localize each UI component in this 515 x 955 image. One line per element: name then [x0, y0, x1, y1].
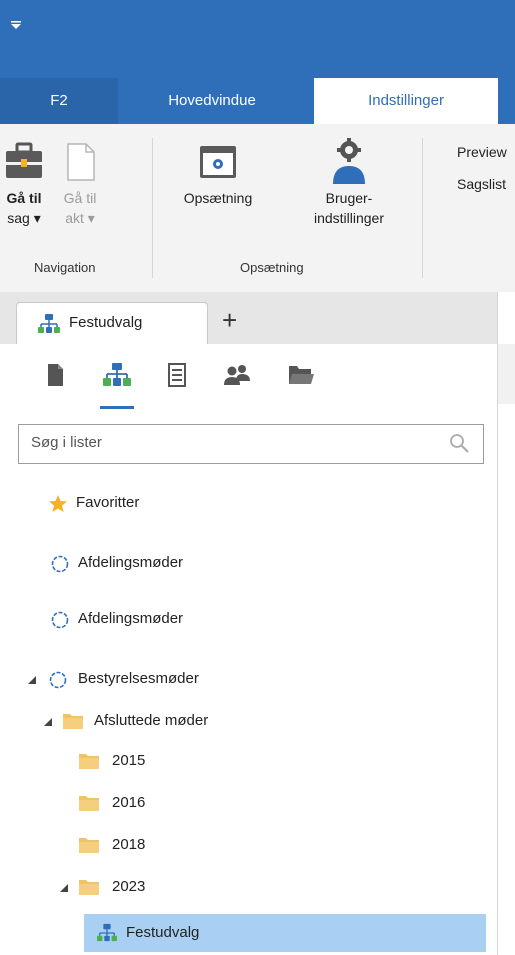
setup-button[interactable]: Opsætning — [166, 140, 270, 208]
view-switcher — [0, 344, 497, 410]
ribbon: Gå til sag ▾ Gå til akt ▾ Opsætning Brug… — [0, 124, 515, 293]
search-icon[interactable] — [449, 433, 471, 455]
folder-icon — [79, 754, 99, 769]
ribbon-tab-strip: F2 Hovedvindue Indstillinger — [0, 78, 515, 124]
star-icon — [49, 495, 67, 512]
tree-item-label: Favoritter — [76, 494, 140, 511]
tree-item-label: 2018 — [112, 836, 146, 853]
tree-item-label: Afdelingsmøder — [78, 610, 184, 627]
tree-item-2015[interactable]: 2015 — [0, 744, 497, 778]
folder-icon — [79, 838, 99, 853]
tree-item-2018[interactable]: 2018 — [0, 828, 497, 862]
tree-item-label: Afsluttede møder — [94, 712, 209, 729]
tab-f2[interactable]: F2 — [0, 78, 118, 124]
group-label-setup: Opsætning — [240, 260, 304, 275]
list-view-icon[interactable] — [162, 360, 192, 390]
tree-item-festudvalg[interactable]: Festudvalg — [84, 914, 486, 952]
tree-item-label: Festudvalg — [126, 924, 200, 941]
tab-festudvalg[interactable]: Festudvalg — [16, 302, 208, 345]
folder-icon — [79, 880, 99, 895]
users-view-icon[interactable] — [222, 360, 252, 390]
tree-item-label: 2016 — [112, 794, 146, 811]
user-gear-icon — [333, 138, 365, 184]
tree-item-favorites[interactable]: Favoritter — [0, 486, 497, 520]
circle-list-icon — [49, 671, 67, 689]
search-input[interactable] — [29, 433, 433, 452]
main-content-header — [498, 344, 515, 404]
tree-item-label: 2015 — [112, 752, 146, 769]
document-icon — [67, 143, 95, 181]
goto-case-button[interactable]: Gå til sag ▾ — [0, 140, 48, 228]
tree-item-afdelingsmoder[interactable]: Afdelingsmøder — [0, 602, 497, 636]
main-content-area — [498, 292, 515, 955]
collapse-arrow-icon[interactable] — [28, 676, 36, 684]
folder-icon — [63, 714, 83, 729]
tree-item-label: 2023 — [112, 878, 146, 895]
goto-document-button[interactable]: Gå til akt ▾ — [56, 140, 104, 228]
folder-view-icon[interactable] — [286, 360, 316, 390]
quick-access-menu-icon[interactable] — [10, 20, 22, 30]
collapse-arrow-icon[interactable] — [44, 718, 52, 726]
document-view-icon[interactable] — [40, 360, 70, 390]
search-box[interactable] — [18, 424, 484, 464]
add-tab-button[interactable]: + — [222, 300, 237, 340]
tree-item-label: Afdelingsmøder — [78, 554, 184, 571]
tree-item-2023[interactable]: 2023 — [0, 870, 497, 904]
collapse-arrow-icon[interactable] — [60, 884, 68, 892]
tree-item-2016[interactable]: 2016 — [0, 786, 497, 820]
circle-list-icon — [51, 611, 69, 629]
group-label-navigation: Navigation — [34, 260, 96, 275]
folder-icon — [79, 796, 99, 811]
left-panel: Favoritter Afdelingsmøder Afdelingsmøder… — [0, 344, 497, 955]
org-chart-icon — [38, 314, 60, 333]
circle-list-icon — [51, 555, 69, 573]
caselist-button[interactable]: Sagslist — [457, 176, 506, 192]
active-view-indicator — [100, 406, 134, 409]
document-tab-strip: Festudvalg + — [0, 292, 515, 345]
title-bar — [0, 0, 515, 78]
tab-festudvalg-label: Festudvalg — [69, 314, 143, 331]
tree-item-afdelingsmoder[interactable]: Afdelingsmøder — [0, 546, 497, 580]
tab-hovedvindue[interactable]: Hovedvindue — [132, 78, 292, 124]
ribbon-group-separator — [422, 138, 423, 278]
settings-window-icon — [200, 146, 236, 178]
org-chart-view-icon[interactable] — [102, 360, 132, 390]
ribbon-group-separator — [152, 138, 153, 278]
preview-button[interactable]: Preview — [457, 144, 507, 160]
tree-item-bestyrelsesmoder[interactable]: Bestyrelsesmøder — [0, 662, 497, 696]
tree-item-afsluttede-moder[interactable]: Afsluttede møder — [0, 704, 497, 738]
tree-item-label: Bestyrelsesmøder — [78, 670, 199, 687]
tab-indstillinger[interactable]: Indstillinger — [314, 78, 498, 124]
org-chart-icon — [97, 923, 117, 942]
briefcase-icon — [6, 142, 42, 178]
user-settings-button[interactable]: Bruger- indstillinger — [284, 136, 414, 228]
